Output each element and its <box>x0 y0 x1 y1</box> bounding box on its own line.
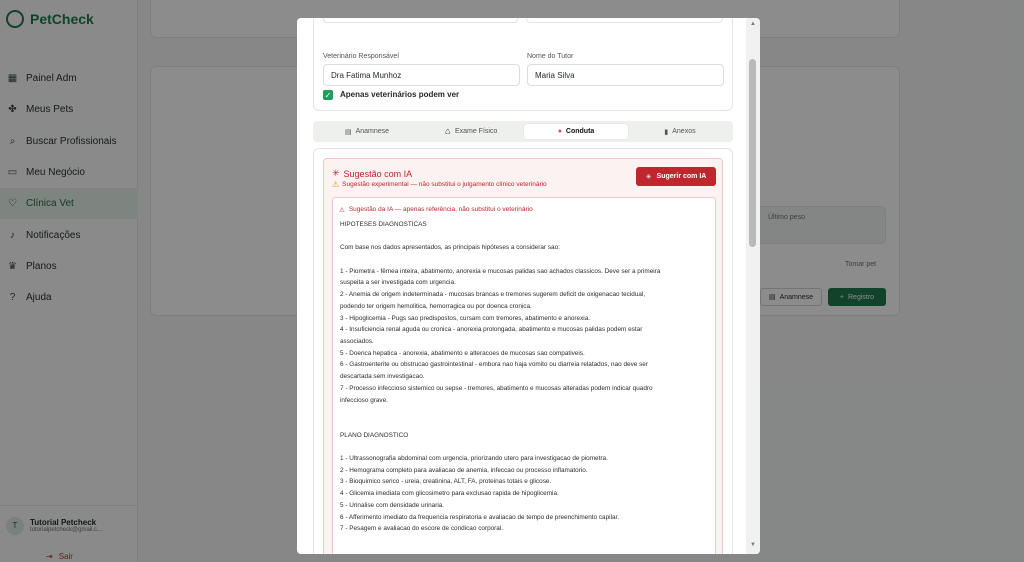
scrollbar-thumb[interactable] <box>749 59 756 247</box>
stethoscope-icon: ♺ <box>444 128 451 136</box>
result-line: 3 - Hipoglicemia - Pugs sao predispostos… <box>340 314 591 322</box>
ai-result-box: ⚠ Sugestão da IA — apenas referência, nã… <box>332 197 716 554</box>
tab-label: Anamnese <box>355 128 390 135</box>
ai-title-text: Sugestão com IA <box>343 168 413 179</box>
result-line: 5 - Urinalise com densidade urinaria. <box>340 501 445 509</box>
result-line: associados. <box>340 338 374 345</box>
record-tabs: ▤ Anamnese ♺ Exame Físico ● Conduta ▮ An… <box>313 121 733 142</box>
ai-warning: ⚠ Sugestão experimental — não substitui … <box>332 180 547 189</box>
tab-exame-fisico[interactable]: ♺ Exame Físico <box>420 124 522 139</box>
previous-field[interactable] <box>526 18 723 23</box>
tab-anamnese[interactable]: ▤ Anamnese <box>317 124 417 139</box>
result-line: podendo ter origem hemolitica, hemorragi… <box>340 302 532 310</box>
result-line <box>340 254 708 266</box>
pill-icon: ● <box>557 128 562 135</box>
result-line <box>340 231 708 243</box>
result-line <box>340 441 708 453</box>
medical-record-modal: Veterinário Responsável Dra Fatima Munho… <box>297 18 760 554</box>
result-line: 2 - Hemograma completo para avaliacao de… <box>340 466 588 474</box>
result-line: 7 - Pesagem e avaliacao do escore de con… <box>340 525 504 533</box>
tutor-input[interactable]: Maria Silva <box>527 64 724 86</box>
previous-field[interactable] <box>323 18 518 23</box>
vet-field-label: Veterinário Responsável <box>323 53 399 60</box>
result-line: 4 - Glicemia imediata com glicosimetro p… <box>340 490 559 498</box>
result-line: HIPOTESES DIAGNOSTICAS <box>340 221 427 228</box>
scroll-up-icon[interactable]: ▲ <box>750 21 756 27</box>
ai-warning-text: Sugestão experimental — não substitui o … <box>342 181 547 188</box>
suggest-ai-button-label: Sugerir com IA <box>656 173 707 180</box>
result-line: PLANO DIAGNOSTICO <box>340 431 409 439</box>
result-line: 1 - Ultrassonografia abdominal com urgen… <box>340 454 608 462</box>
ai-result-text: HIPOTESES DIAGNOSTICAS Com base nos dado… <box>340 219 708 535</box>
sparkle-icon: ✳ <box>332 168 340 178</box>
sparkle-icon: ✳ <box>645 173 652 181</box>
result-line: 2 - Anemia de origem indeterminada - muc… <box>340 291 646 299</box>
modal-content: Veterinário Responsável Dra Fatima Munho… <box>297 18 746 554</box>
vets-only-label: Apenas veterinários podem ver <box>340 90 460 99</box>
result-line: 5 - Doenca hepatica - anorexia, abatimen… <box>340 349 585 357</box>
result-line: descartada sem investigacao. <box>340 373 425 381</box>
tutor-field-label: Nome do Tutor <box>527 53 574 60</box>
tab-conduta[interactable]: ● Conduta <box>524 124 628 139</box>
vets-only-checkbox[interactable]: ✓ <box>323 90 333 100</box>
result-line: 3 - Bioquimico serico - ureia, creatinin… <box>340 478 552 486</box>
tab-label: Exame Físico <box>454 128 498 135</box>
alert-icon: ⚠ <box>339 207 345 214</box>
ai-suggestion-panel: ✳ Sugestão com IA ⚠ Sugestão experimenta… <box>323 158 723 554</box>
result-line <box>340 418 708 430</box>
clipboard-icon: ▤ <box>344 128 352 136</box>
vet-input[interactable]: Dra Fatima Munhoz <box>323 64 520 86</box>
result-line: 1 - Piometra - fêmea inteira, abatimento… <box>340 267 661 275</box>
result-line: 6 - Afferimento imediato da frequencia r… <box>340 513 620 521</box>
warning-icon: ⚠ <box>332 180 340 189</box>
ai-result-header-text: Sugestão da IA — apenas referência, não … <box>348 206 533 213</box>
ai-result-header: ⚠ Sugestão da IA — apenas referência, nã… <box>339 206 533 214</box>
paperclip-icon: ▮ <box>664 128 669 136</box>
modal-scrollbar[interactable]: ▲ ▼ <box>746 18 760 554</box>
tab-label: Conduta <box>565 128 595 135</box>
result-line: 6 - Gastroenterite ou obstrucao gastroin… <box>340 361 648 369</box>
scroll-down-icon[interactable]: ▼ <box>750 542 756 548</box>
result-line: 4 - Insuficiencia renal aguda ou cronica… <box>340 326 643 334</box>
result-line: Com base nos dados apresentados, as prin… <box>340 244 560 252</box>
result-line: suspeita a ser investigada com urgencia. <box>340 279 456 287</box>
result-line: infeccioso grave. <box>340 396 388 404</box>
tab-anexos[interactable]: ▮ Anexos <box>631 124 729 139</box>
result-line <box>340 406 708 418</box>
tab-label: Anexos <box>672 128 696 135</box>
result-line: 7 - Processo infeccioso sistemico ou sep… <box>340 384 653 392</box>
ai-title: ✳ Sugestão com IA <box>332 168 412 179</box>
suggest-ai-button[interactable]: ✳ Sugerir com IA <box>636 167 716 186</box>
